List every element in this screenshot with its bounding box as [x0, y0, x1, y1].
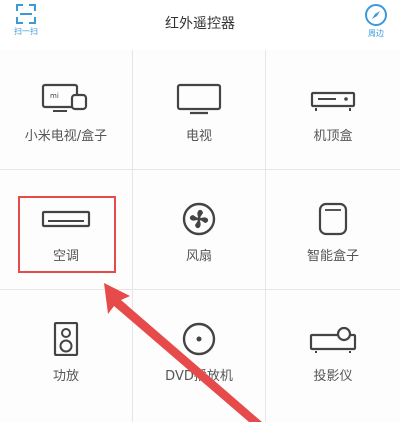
pointer-arrow: [104, 283, 262, 422]
